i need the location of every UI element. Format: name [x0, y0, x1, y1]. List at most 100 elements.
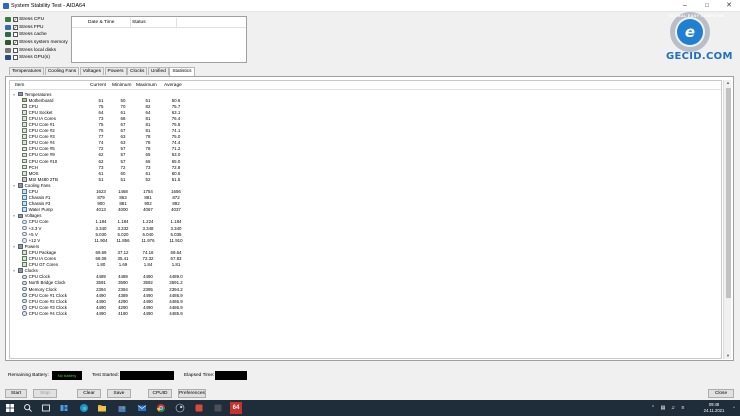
tab-statistics[interactable]: Statistics — [169, 67, 195, 76]
stress-option-0[interactable]: ✓ Stress CPU — [5, 16, 69, 24]
cell-average: 69.64 — [170, 249, 182, 255]
cell-average: 50.6 — [171, 97, 181, 103]
language-icon[interactable]: ≡ — [680, 405, 686, 411]
row-item: ▿ Powers — [13, 244, 39, 249]
collapse-icon[interactable]: ▿ — [13, 183, 17, 188]
column-header-current[interactable]: Current — [90, 83, 106, 88]
cell-average: 4489.0 — [169, 274, 183, 280]
cell-average: 1.81 — [171, 262, 181, 268]
preferences-button[interactable]: Preferences — [178, 389, 206, 398]
tab-temperatures[interactable]: Temperatures — [9, 67, 45, 75]
task-view-icon[interactable] — [41, 403, 51, 413]
steam-icon[interactable] — [175, 403, 185, 413]
row-label: MSI M480 2TB — [28, 176, 58, 182]
close-button[interactable]: Close — [708, 389, 734, 398]
collapse-icon[interactable]: ▿ — [13, 244, 17, 249]
scroll-up-icon[interactable]: ▲ — [725, 80, 731, 86]
tab-clocks[interactable]: Clocks — [127, 67, 148, 75]
cell-maximum: 4490 — [143, 298, 153, 304]
cell-minimum: 1.69 — [118, 262, 128, 268]
row-item: CPU Core #1 — [22, 122, 55, 127]
stress-option-1[interactable]: ✓ Stress FPU — [5, 24, 69, 32]
store-icon[interactable] — [117, 403, 127, 413]
table-row[interactable]: CPU Core #4 Clock 4490 4190 4490 4485.9 — [10, 310, 721, 316]
cpu-icon — [22, 152, 27, 158]
cpu-icon — [22, 116, 27, 121]
tab-voltages[interactable]: Voltages — [79, 67, 104, 75]
scrollbar-thumb[interactable] — [725, 88, 731, 298]
stress-checkbox[interactable] — [12, 32, 18, 38]
column-header-average[interactable]: Average — [164, 83, 182, 88]
volume-icon[interactable]: ♫ — [670, 405, 676, 411]
cell-minimum: 51 — [120, 176, 126, 182]
log-header-status[interactable]: Status — [132, 20, 146, 25]
taskbar-clock[interactable]: 09:48 24.11.2021 — [699, 402, 729, 413]
cell-maximum: 902 — [144, 201, 152, 207]
stress-checkbox[interactable] — [12, 55, 18, 61]
chrome-icon[interactable] — [156, 403, 166, 413]
app-icon-dark[interactable] — [213, 403, 223, 413]
stress-option-4[interactable]: Stress local disks — [5, 46, 69, 54]
tray-chevron-icon[interactable]: ⌃ — [650, 405, 656, 411]
tab-powers[interactable]: Powers — [104, 67, 127, 75]
app-icon-red[interactable] — [194, 403, 204, 413]
stress-option-2[interactable]: Stress cache — [5, 31, 69, 39]
save-button[interactable]: Save — [107, 389, 131, 398]
statistics-table[interactable]: Item Current Minimum Maximum Average ▿ Te… — [9, 80, 722, 359]
vertical-scrollbar[interactable]: ▲ ▼ — [723, 80, 731, 359]
cell-average: 3.340 — [170, 225, 182, 231]
cell-maximum: 5.040 — [142, 231, 154, 237]
cell-maximum: 1.84 — [143, 262, 153, 268]
stress-checkbox[interactable]: ✓ — [12, 17, 18, 23]
file-explorer-icon[interactable] — [97, 403, 107, 413]
row-label: Memory Clock — [28, 286, 57, 292]
stress-checkbox[interactable] — [12, 47, 18, 53]
clear-button[interactable]: Clear — [77, 389, 101, 398]
column-header-item[interactable]: Item — [15, 83, 24, 88]
row-label: Clocks — [24, 268, 38, 274]
search-icon[interactable] — [23, 403, 33, 413]
row-item: CPU Core #1 Clock — [22, 293, 67, 298]
windows-start-icon[interactable] — [5, 403, 15, 413]
stress-option-5[interactable]: Stress GPU(s) — [5, 54, 69, 62]
cell-maximum: 78 — [145, 140, 151, 146]
stress-checkbox[interactable]: ✓ — [12, 40, 18, 46]
log-panel[interactable]: Date & Time Status — [71, 16, 247, 63]
stress-checkbox[interactable]: ✓ — [12, 24, 18, 30]
cpu-icon — [5, 17, 11, 23]
collapse-icon[interactable]: ▿ — [13, 92, 17, 97]
row-item: PCH — [22, 165, 38, 170]
column-header-minimum[interactable]: Minimum — [112, 83, 131, 88]
scroll-down-icon[interactable]: ▼ — [725, 353, 731, 359]
logo-arc-text: GLOBAL EASY COMPUTER — [669, 14, 725, 18]
cell-average: 3591.2 — [169, 280, 183, 286]
chip-icon — [22, 170, 27, 176]
row-label: PCH — [28, 164, 38, 170]
cell-minimum: 67 — [120, 121, 126, 127]
log-header-datetime[interactable]: Date & Time — [88, 20, 114, 25]
start-button[interactable]: Start — [5, 389, 27, 398]
cell-maximum: 81 — [145, 121, 151, 127]
row-label: CPU Core — [28, 219, 49, 225]
cell-maximum: 81 — [145, 115, 151, 121]
log-header-divider — [72, 27, 246, 28]
cell-average: 4486.9 — [169, 304, 183, 310]
tab-unified[interactable]: Unified — [147, 67, 169, 75]
stress-option-3[interactable]: ✓ Stress system memory — [5, 39, 69, 47]
row-item: ▿ Clocks — [13, 268, 38, 273]
clock-icon — [18, 268, 23, 274]
stop-button[interactable]: Stop — [33, 389, 57, 398]
tab-cooling-fans[interactable]: Cooling Fans — [44, 67, 80, 75]
collapse-icon[interactable]: ▿ — [13, 268, 17, 273]
widgets-icon[interactable] — [59, 403, 69, 413]
notifications-icon[interactable]: ▫ — [731, 405, 737, 411]
cpuid-button[interactable]: CPUID — [148, 389, 172, 398]
column-header-maximum[interactable]: Maximum — [136, 83, 157, 88]
mail-icon[interactable] — [137, 403, 147, 413]
aida64-taskbar-icon[interactable]: 64 — [230, 402, 242, 414]
row-label: +3.3 V — [28, 225, 42, 231]
edge-browser-icon[interactable] — [79, 403, 89, 413]
collapse-icon[interactable]: ▿ — [13, 213, 17, 218]
network-icon[interactable]: ▤ — [660, 405, 666, 411]
cell-minimum: 863 — [119, 195, 127, 201]
